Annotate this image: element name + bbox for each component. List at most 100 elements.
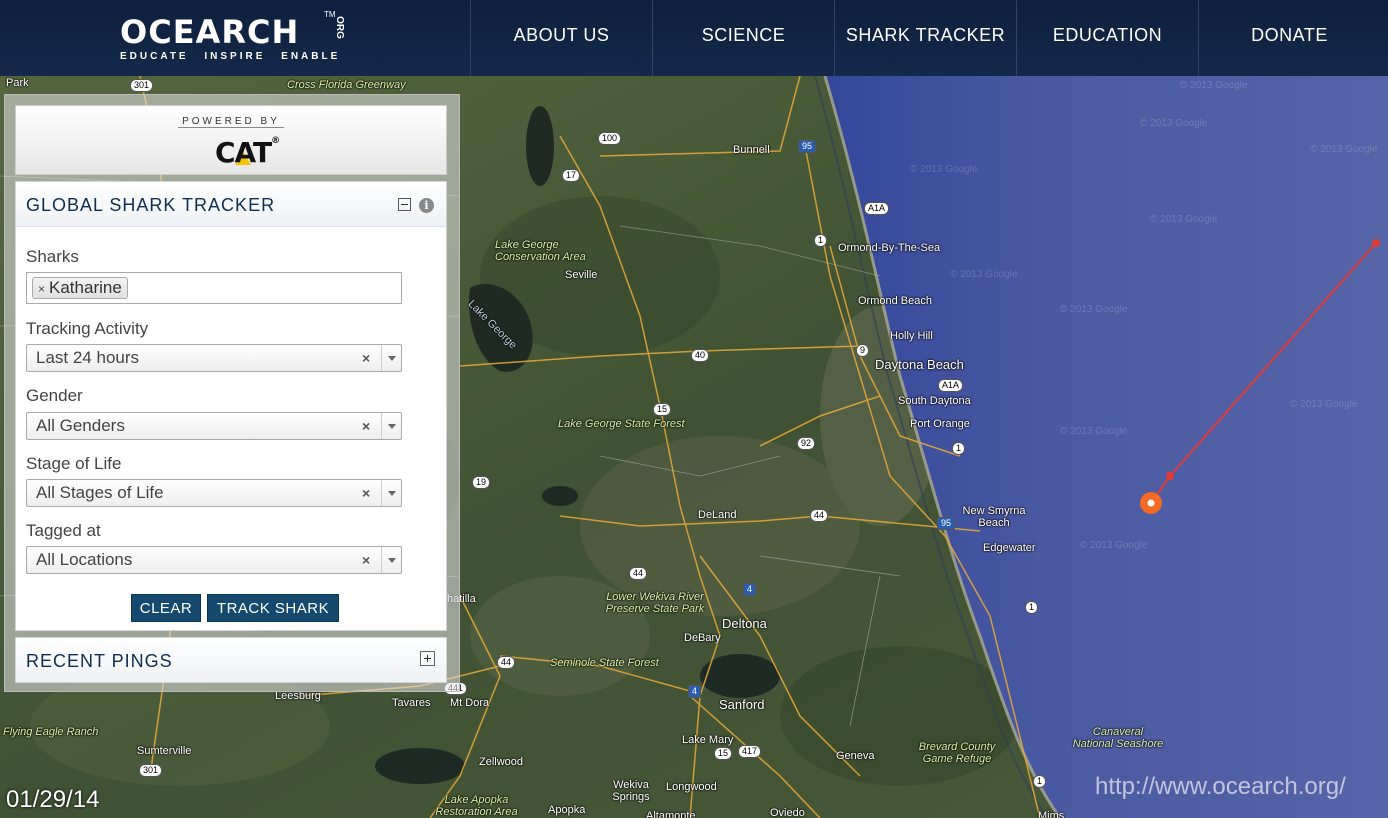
place-label: Altamonte [646, 810, 696, 818]
place-label: Park [6, 77, 29, 89]
road-shield: 15 [714, 747, 733, 760]
chip-label: Katharine [49, 278, 122, 297]
chevron-down-icon[interactable] [381, 480, 402, 506]
recent-pings-section[interactable]: RECENT PINGS [15, 637, 447, 683]
tracker-header: GLOBAL SHARK TRACKER i [16, 182, 446, 227]
clear-icon[interactable]: × [362, 350, 370, 366]
map-watermark: © 2013 Google [950, 269, 1018, 280]
info-icon[interactable]: i [419, 198, 434, 213]
clear-button[interactable]: CLEAR [131, 594, 201, 622]
ocearch-logo[interactable]: OCEARCH TM ORG EDUCATE INSPIRE ENABLE [120, 10, 350, 64]
road-shield: 95 [798, 140, 817, 153]
place-label: Bunnell [733, 144, 770, 156]
track-shark-button[interactable]: TRACK SHARK [207, 594, 339, 622]
place-label: Ormond Beach [858, 295, 932, 307]
place-label: Longwood [666, 781, 717, 793]
road-shield: A1A [864, 202, 890, 215]
place-label: Flying Eagle Ranch [3, 726, 99, 738]
tagged-at-select[interactable]: All Locations × [26, 546, 402, 574]
tagged-at-label: Tagged at [26, 521, 101, 540]
site-header: OCEARCH TM ORG EDUCATE INSPIRE ENABLE AB… [0, 0, 1388, 76]
road-shield: 100 [598, 132, 622, 145]
powered-by-label: POWERED BY [16, 116, 446, 128]
logo-tagline: EDUCATE INSPIRE ENABLE [120, 51, 341, 62]
sponsor-banner: POWERED BY CAT® [15, 105, 447, 175]
road-shield: 301 [130, 79, 154, 92]
place-label: South Daytona [898, 395, 971, 407]
place-label: Mt Dora [450, 697, 490, 709]
stage-of-life-label: Stage of Life [26, 454, 122, 473]
place-label: Apopka [548, 804, 586, 816]
place-label: Sumterville [137, 745, 192, 757]
sharks-input[interactable]: × Katharine [26, 272, 402, 304]
collapse-icon[interactable] [398, 198, 411, 211]
select-value: All Stages of Life [36, 483, 164, 502]
map-watermark: © 2013 Google [910, 164, 978, 175]
gender-select[interactable]: All Genders × [26, 412, 402, 440]
clear-icon[interactable]: × [362, 485, 370, 501]
road-shield: 92 [797, 437, 816, 450]
road-shield: 4 [688, 685, 702, 698]
tracker-panel: POWERED BY CAT® GLOBAL SHARK TRACKER i S… [4, 94, 460, 692]
tracking-activity-select[interactable]: Last 24 hours × [26, 344, 402, 372]
nav-donate[interactable]: DONATE [1198, 0, 1380, 76]
place-label: DeBary [684, 632, 721, 644]
ping-dot-1 [1372, 239, 1380, 247]
date-stamp: 01/29/14 [6, 786, 100, 813]
place-label: Oviedo [770, 807, 805, 818]
map-watermark: © 2013 Google [1140, 118, 1208, 129]
place-label: Ormond-By-The-Sea [838, 242, 941, 254]
place-label: Lake George Conservation Area [495, 239, 586, 263]
road-shield: 17 [562, 169, 581, 182]
site-url-stamp: http://www.ocearch.org/ [1095, 773, 1346, 800]
main-nav: ABOUT US SCIENCE SHARK TRACKER EDUCATION… [470, 0, 1380, 76]
place-label: Wekiva Springs [612, 779, 650, 803]
chip-remove-icon[interactable]: × [38, 282, 45, 296]
expand-icon[interactable] [420, 651, 435, 666]
road-shield: 1 [1025, 601, 1039, 614]
select-value: Last 24 hours [36, 348, 140, 367]
road-shield: 40 [691, 349, 710, 362]
place-label: Lake George State Forest [558, 418, 685, 430]
cat-logo[interactable]: CAT® [215, 136, 280, 169]
nav-shark-tracker[interactable]: SHARK TRACKER [834, 0, 1016, 76]
road-shield: 1 [814, 234, 828, 247]
place-label: Seville [565, 269, 598, 281]
logo-wordmark: OCEARCH [120, 13, 300, 51]
nav-about-us[interactable]: ABOUT US [470, 0, 652, 76]
shark-chip: × Katharine [32, 277, 128, 299]
place-label: Edgewater [983, 542, 1036, 554]
nav-science[interactable]: SCIENCE [652, 0, 834, 76]
select-value: All Genders [36, 416, 125, 435]
road-shield: 1 [952, 442, 966, 455]
road-shield: A1A [938, 379, 964, 392]
place-label: Seminole State Forest [550, 657, 659, 669]
logo-org: ORG [333, 16, 345, 39]
map-watermark: © 2013 Google [1310, 144, 1378, 155]
place-label: Geneva [836, 750, 875, 762]
road-shield: 44 [629, 567, 648, 580]
place-label: Holly Hill [890, 330, 933, 342]
place-label: Canaveral National Seashore [1072, 726, 1164, 750]
clear-icon[interactable]: × [362, 552, 370, 568]
place-label: Deltona [722, 616, 767, 631]
road-shield: 44 [810, 509, 829, 522]
road-shield: 417 [738, 745, 762, 758]
nav-education[interactable]: EDUCATION [1016, 0, 1198, 76]
chevron-down-icon[interactable] [381, 413, 402, 439]
place-label: Mims [1038, 810, 1065, 818]
tracker-title: GLOBAL SHARK TRACKER [26, 195, 276, 215]
chevron-down-icon[interactable] [381, 345, 402, 371]
place-label: Cross Florida Greenway [287, 79, 406, 91]
tracking-activity-label: Tracking Activity [26, 319, 149, 338]
map-watermark: © 2013 Google [1060, 304, 1128, 315]
chevron-down-icon[interactable] [381, 547, 402, 573]
map-watermark: © 2013 Google [1060, 426, 1128, 437]
place-label: Lower Wekiva River Preserve State Park [605, 591, 705, 615]
clear-icon[interactable]: × [362, 418, 370, 434]
recent-pings-title: RECENT PINGS [26, 651, 173, 671]
place-label: Lake Mary [682, 734, 734, 746]
stage-of-life-select[interactable]: All Stages of Life × [26, 479, 402, 507]
sharks-label: Sharks [26, 247, 79, 266]
road-shield: 301 [139, 764, 163, 777]
